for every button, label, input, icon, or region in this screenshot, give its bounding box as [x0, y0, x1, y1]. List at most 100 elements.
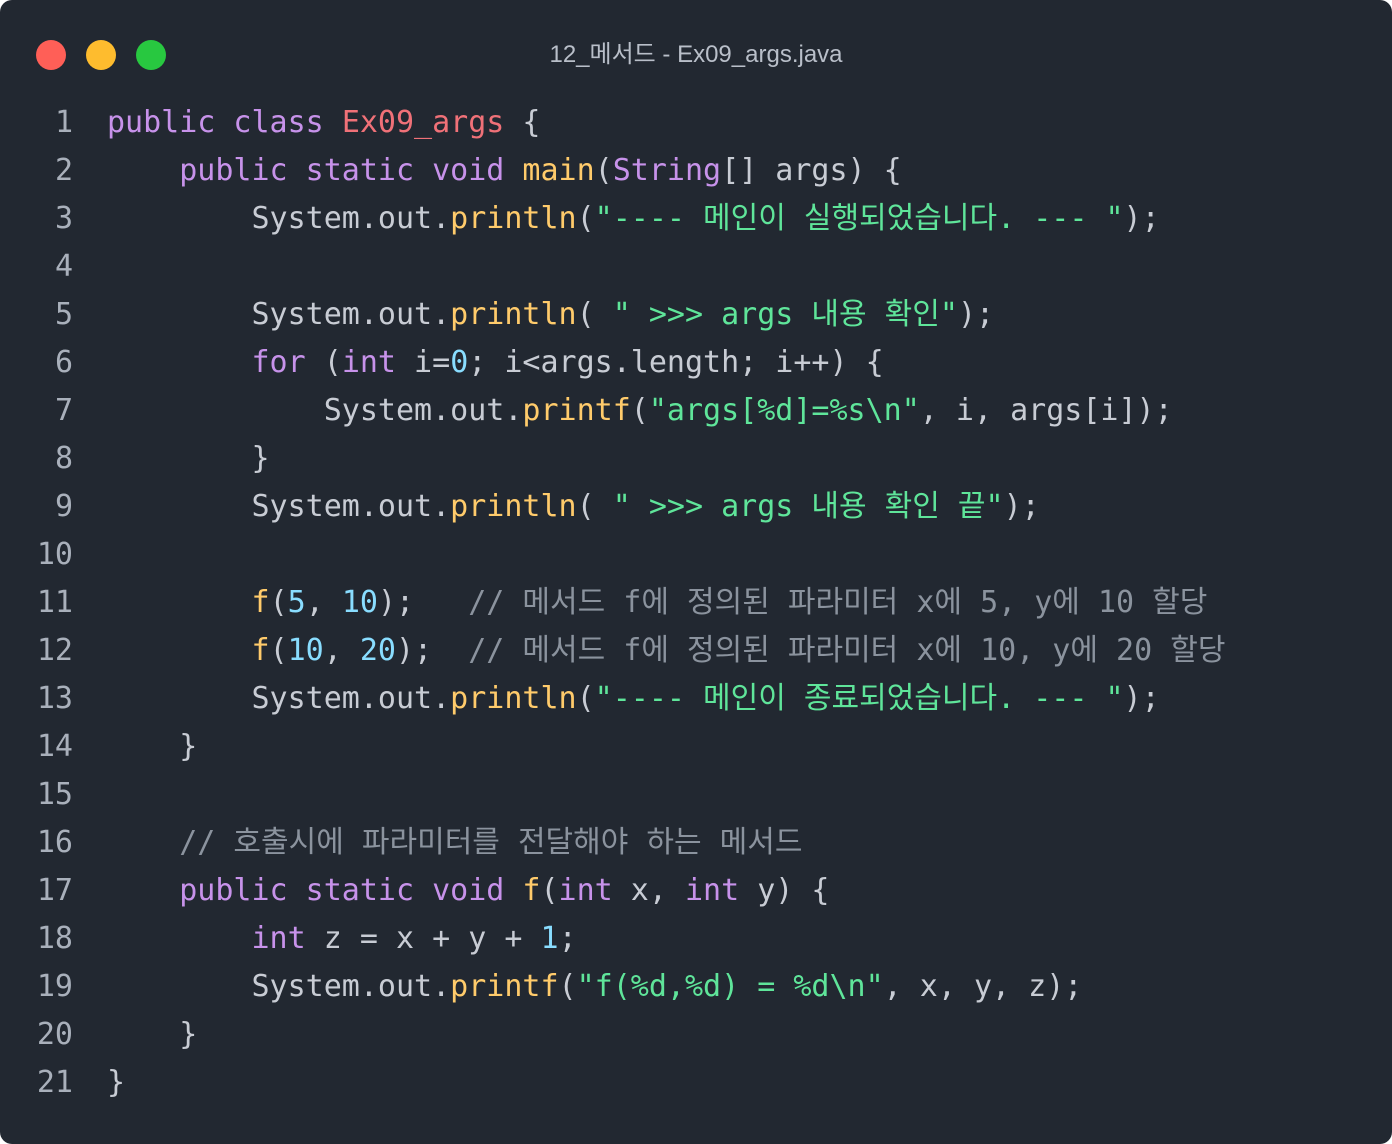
line-number: 21 — [36, 1065, 73, 1100]
code-text: System.out.println("---- 메인이 실행되었습니다. --… — [107, 195, 1159, 243]
line-number: 17 — [36, 873, 73, 908]
line-number: 5 — [54, 297, 73, 332]
code-token-plain: ); — [1003, 489, 1040, 524]
code-token-plain: , — [323, 633, 360, 668]
code-token-kw: for — [251, 345, 306, 380]
code-token-plain: System.out. — [107, 681, 451, 716]
code-line[interactable]: 20 } — [0, 1011, 1392, 1059]
code-text: int z = x + y + 1; — [107, 915, 577, 963]
code-token-plain: ); — [377, 585, 469, 620]
code-line[interactable]: 19 System.out.printf("f(%d,%d) = %d\n", … — [0, 963, 1392, 1011]
code-line[interactable]: 12 f(10, 20); // 메서드 f에 정의된 파라미터 x에 10, … — [0, 627, 1392, 675]
code-token-plain: ( — [630, 393, 649, 428]
code-line[interactable]: 10 — [0, 531, 1392, 579]
code-token-fn: main — [522, 153, 595, 188]
code-text: public static void main(String[] args) { — [107, 147, 901, 195]
code-text: // 호출시에 파라미터를 전달해야 하는 메서드 — [107, 819, 802, 867]
code-line[interactable]: 6 for (int i=0; i<args.length; i++) { — [0, 339, 1392, 387]
code-line[interactable]: 3 System.out.println("---- 메인이 실행되었습니다. … — [0, 195, 1392, 243]
code-line[interactable]: 13 System.out.println("---- 메인이 종료되었습니다.… — [0, 675, 1392, 723]
code-text: System.out.println( " >>> args 내용 확인"); — [107, 291, 994, 339]
code-window: 12_메서드 - Ex09_args.java 1 public class Ex… — [0, 0, 1392, 1144]
code-token-kw: int — [251, 921, 306, 956]
code-token-num: 20 — [359, 633, 396, 668]
code-token-fn: f — [522, 873, 541, 908]
code-token-str: "args[%d]=%s\n" — [648, 393, 920, 428]
line-number: 15 — [36, 777, 73, 812]
code-text: } — [107, 1011, 197, 1059]
code-token-plain: i= — [396, 345, 451, 380]
code-line[interactable]: 15 — [0, 771, 1392, 819]
code-token-plain: ( — [576, 201, 595, 236]
code-token-plain: ( — [305, 345, 342, 380]
code-token-num: 5 — [287, 585, 306, 620]
code-token-type: String — [612, 153, 722, 188]
line-number: 16 — [36, 825, 73, 860]
code-token-plain: System.out. — [107, 393, 523, 428]
code-text: } — [107, 435, 270, 483]
code-token-fn: println — [450, 201, 577, 236]
code-text: for (int i=0; i<args.length; i++) { — [107, 339, 884, 387]
line-number: 18 — [36, 921, 73, 956]
line-number: 13 — [36, 681, 73, 716]
code-token-plain: ( — [594, 153, 613, 188]
code-token-fn: println — [450, 297, 577, 332]
code-text: public static void f(int x, int y) { — [107, 867, 829, 915]
code-token-plain: System.out. — [107, 297, 451, 332]
code-text: } — [107, 1059, 125, 1107]
code-line[interactable]: 7 System.out.printf("args[%d]=%s\n", i, … — [0, 387, 1392, 435]
code-line[interactable]: 18 int z = x + y + 1; — [0, 915, 1392, 963]
code-token-kw: public class — [107, 105, 342, 140]
code-line[interactable]: 2 public static void main(String[] args)… — [0, 147, 1392, 195]
code-text: f(10, 20); // 메서드 f에 정의된 파라미터 x에 10, y에 … — [107, 627, 1226, 675]
code-line[interactable]: 4 — [0, 243, 1392, 291]
code-line[interactable]: 17 public static void f(int x, int y) { — [0, 867, 1392, 915]
line-number: 14 — [36, 729, 73, 764]
code-token-plain: System.out. — [107, 969, 451, 1004]
code-token-plain: } — [107, 729, 198, 764]
code-line[interactable]: 14 } — [0, 723, 1392, 771]
code-token-plain: } — [107, 1017, 198, 1052]
code-token-plain: , — [305, 585, 342, 620]
code-line[interactable]: 1 public class Ex09_args { — [0, 99, 1392, 147]
code-token-kw: int — [684, 873, 740, 908]
code-token-plain: ( — [576, 489, 613, 524]
code-token-plain: ); — [396, 633, 469, 668]
code-line[interactable]: 16 // 호출시에 파라미터를 전달해야 하는 메서드 — [0, 819, 1392, 867]
code-line[interactable]: 21} — [0, 1059, 1392, 1107]
code-text: } — [107, 723, 197, 771]
code-token-cm: // 메서드 f에 정의된 파라미터 x에 5, y에 10 할당 — [468, 585, 1208, 620]
code-token-fn: println — [450, 681, 577, 716]
code-token-str: "---- 메인이 실행되었습니다. --- " — [594, 201, 1124, 236]
line-number: 8 — [54, 441, 73, 476]
code-token-plain: { — [504, 105, 541, 140]
code-token-plain: ( — [269, 585, 288, 620]
code-token-plain: ( — [558, 969, 577, 1004]
code-token-plain: } — [107, 441, 270, 476]
line-number: 3 — [54, 201, 73, 236]
code-token-str: "f(%d,%d) = %d\n" — [576, 969, 884, 1004]
code-line[interactable]: 11 f(5, 10); // 메서드 f에 정의된 파라미터 x에 5, y에… — [0, 579, 1392, 627]
code-token-plain: ( — [576, 681, 595, 716]
code-line[interactable]: 9 System.out.println( " >>> args 내용 확인 끝… — [0, 483, 1392, 531]
code-token-plain: ; — [558, 921, 577, 956]
code-token-plain: y) { — [739, 873, 830, 908]
code-token-cm: // 호출시에 파라미터를 전달해야 하는 메서드 — [179, 825, 803, 860]
code-line[interactable]: 8 } — [0, 435, 1392, 483]
window-title: 12_메서드 - Ex09_args.java — [549, 41, 843, 68]
line-number: 20 — [36, 1017, 73, 1052]
line-number: 9 — [54, 489, 73, 524]
code-line[interactable]: 5 System.out.println( " >>> args 내용 확인")… — [0, 291, 1392, 339]
code-token-plain: x, — [612, 873, 685, 908]
code-token-plain: ; i<args.length; i++) { — [468, 345, 884, 380]
code-editor: 1 public class Ex09_args {2 public static… — [0, 99, 1392, 1107]
code-token-str: " >>> args 내용 확인 끝" — [612, 489, 1004, 524]
code-token-plain: System.out. — [107, 489, 451, 524]
line-number: 4 — [54, 249, 73, 284]
code-token-cm: // 메서드 f에 정의된 파라미터 x에 10, y에 20 할당 — [468, 633, 1226, 668]
